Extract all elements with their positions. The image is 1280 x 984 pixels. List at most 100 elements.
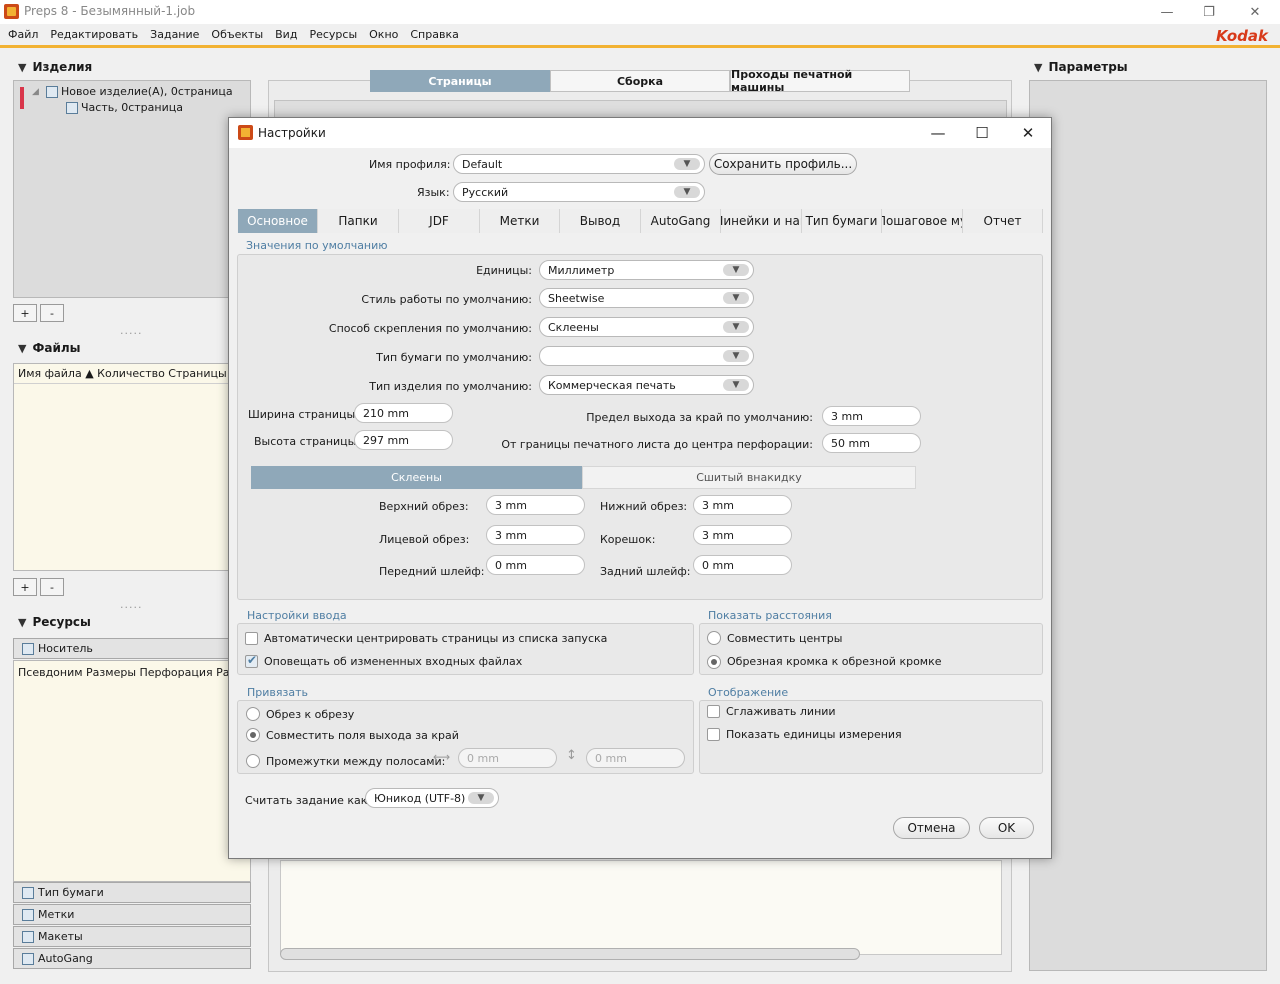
files-column-headers[interactable]: Имя файла ▲ Количество Страницы Обр xyxy=(14,364,250,384)
files-list[interactable]: Имя файла ▲ Количество Страницы Обр xyxy=(13,363,251,571)
remove-file-button[interactable]: - xyxy=(40,578,64,596)
save-profile-button[interactable]: Сохранить профиль... xyxy=(709,153,857,175)
pages-icon xyxy=(66,101,78,114)
resources-panel-header[interactable]: ▼ Ресурсы xyxy=(18,615,91,629)
perforation-input[interactable]: 50 mm xyxy=(822,433,921,453)
binding-tab-perfect[interactable]: Склеены xyxy=(251,466,582,489)
read-as-combo[interactable]: Юникод (UTF-8) ▼ xyxy=(365,788,499,808)
splitter-grip[interactable]: ..... xyxy=(120,324,142,337)
menu-help[interactable]: Справка xyxy=(404,28,464,41)
resource-tab-autogang[interactable]: AutoGang xyxy=(13,948,251,969)
page-width-input[interactable]: 210 mm xyxy=(354,403,453,423)
units-combo[interactable]: Миллиметр ▼ xyxy=(539,260,754,280)
product-type-combo[interactable]: Коммерческая печать ▼ xyxy=(539,375,754,395)
front-lip-input[interactable]: 0 mm xyxy=(486,555,585,575)
menu-window[interactable]: Окно xyxy=(363,28,404,41)
dialog-close-button[interactable]: ✕ xyxy=(1005,118,1051,148)
bottom-trim-input[interactable]: 3 mm xyxy=(693,495,792,515)
language-combo[interactable]: Русский ▼ xyxy=(453,182,705,202)
back-lip-input[interactable]: 0 mm xyxy=(693,555,792,575)
tab-folders[interactable]: Папки xyxy=(318,209,399,233)
remove-product-button[interactable]: - xyxy=(40,304,64,322)
profile-combo[interactable]: Default ▼ xyxy=(453,154,705,174)
cancel-button[interactable]: Отмена xyxy=(893,817,970,839)
binding-tab-saddle[interactable]: Сшитый внакидку xyxy=(582,466,916,489)
align-centers-radio[interactable] xyxy=(707,631,721,645)
center-tab-press-runs[interactable]: Проходы печатной машины xyxy=(730,68,910,94)
tab-step-multi[interactable]: Пошаговое му xyxy=(882,209,963,233)
dialog-titlebar: Настройки — ☐ ✕ xyxy=(229,118,1051,148)
products-tree[interactable]: ◢ Новое изделие(А), 0страница Часть, 0ст… xyxy=(13,80,251,298)
autogang-icon xyxy=(22,952,34,965)
menu-objects[interactable]: Объекты xyxy=(205,28,269,41)
page-height-input[interactable]: 297 mm xyxy=(354,430,453,450)
workstyle-combo[interactable]: Sheetwise ▼ xyxy=(539,288,754,308)
menu-job[interactable]: Задание xyxy=(144,28,205,41)
menu-view[interactable]: Вид xyxy=(269,28,303,41)
tab-output[interactable]: Вывод xyxy=(560,209,641,233)
chevron-down-icon: ▼ xyxy=(674,158,700,170)
products-panel-header[interactable]: ▼ Изделия xyxy=(18,60,92,74)
center-tab-assembly[interactable]: Сборка xyxy=(550,70,730,92)
tree-item-product[interactable]: Новое изделие(А), 0страница xyxy=(46,85,233,98)
spine-input[interactable]: 3 mm xyxy=(693,525,792,545)
resource-tab-paper-type[interactable]: Тип бумаги xyxy=(13,882,251,903)
notify-changes-checkbox[interactable]: ✔ xyxy=(245,653,258,668)
files-panel-header[interactable]: ▼ Файлы xyxy=(18,341,81,355)
tab-autogang[interactable]: AutoGang xyxy=(641,209,721,233)
tab-general[interactable]: Основное xyxy=(238,209,318,233)
gutters-radio[interactable] xyxy=(246,754,260,768)
product-type-value: Коммерческая печать xyxy=(548,378,676,392)
resource-tab-media[interactable]: Носитель xyxy=(13,638,251,659)
ok-button[interactable]: OK xyxy=(979,817,1034,839)
dialog-minimize-button[interactable]: — xyxy=(915,118,961,148)
center-tab-pages[interactable]: Страницы xyxy=(370,70,550,92)
tab-report[interactable]: Отчет xyxy=(963,209,1043,233)
tab-paper-type[interactable]: Тип бумаги xyxy=(802,209,882,233)
dialog-maximize-button[interactable]: ☐ xyxy=(959,118,1005,148)
resource-tab-label: Метки xyxy=(38,908,75,921)
media-icon xyxy=(22,642,34,655)
center-canvas xyxy=(280,860,1002,955)
align-bleed-radio[interactable] xyxy=(246,728,260,742)
read-as-label: Считать задание как xyxy=(245,794,368,807)
add-file-button[interactable]: + xyxy=(13,578,37,596)
page-height-label: Высота страницы: xyxy=(254,435,361,448)
minimize-button[interactable]: — xyxy=(1144,0,1190,24)
horizontal-gap-icon: ⟷ xyxy=(433,750,451,764)
tab-jdf[interactable]: JDF xyxy=(399,209,480,233)
menu-resources[interactable]: Ресурсы xyxy=(303,28,363,41)
menu-file[interactable]: Файл xyxy=(2,28,44,41)
binding-combo[interactable]: Склеены ▼ xyxy=(539,317,754,337)
paper-type-combo[interactable]: ▼ xyxy=(539,346,754,366)
resources-column-headers[interactable]: Псевдоним Размеры Перфорация Размер xyxy=(14,661,250,683)
face-trim-input[interactable]: 3 mm xyxy=(486,525,585,545)
auto-center-checkbox[interactable] xyxy=(245,632,258,645)
snap-to-trim-radio[interactable] xyxy=(246,707,260,721)
splitter-grip[interactable]: ..... xyxy=(120,598,142,611)
tab-marks[interactable]: Метки xyxy=(480,209,560,233)
resource-tab-media-label: Носитель xyxy=(38,642,93,655)
vertical-gap-input[interactable]: 0 mm xyxy=(586,748,685,768)
trim-to-trim-radio[interactable] xyxy=(707,655,721,669)
smooth-lines-checkbox[interactable] xyxy=(707,705,720,718)
parameters-panel-header[interactable]: ▼ Параметры xyxy=(1034,60,1128,74)
menu-edit[interactable]: Редактировать xyxy=(44,28,144,41)
chevron-down-icon: ▼ xyxy=(674,186,700,198)
bleed-input[interactable]: 3 mm xyxy=(822,406,921,426)
resource-tab-templates[interactable]: Макеты xyxy=(13,926,251,947)
resources-list[interactable]: Псевдоним Размеры Перфорация Размер xyxy=(13,660,251,882)
align-bleed-label: Совместить поля выхода за край xyxy=(266,729,459,742)
add-product-button[interactable]: + xyxy=(13,304,37,322)
resource-tab-marks[interactable]: Метки xyxy=(13,904,251,925)
close-button[interactable]: ✕ xyxy=(1232,0,1278,24)
show-units-checkbox[interactable] xyxy=(707,728,720,741)
horizontal-gap-input[interactable]: 0 mm xyxy=(458,748,557,768)
tab-rulers[interactable]: Линейки и нап xyxy=(721,209,802,233)
expand-triangle-icon[interactable]: ◢ xyxy=(32,87,39,97)
menu-bar: Файл Редактировать Задание Объекты Вид Р… xyxy=(0,24,1280,48)
restore-button[interactable]: ❐ xyxy=(1186,0,1232,24)
tree-item-part[interactable]: Часть, 0страница xyxy=(66,101,183,114)
horizontal-scrollbar[interactable] xyxy=(280,948,860,960)
top-trim-input[interactable]: 3 mm xyxy=(486,495,585,515)
